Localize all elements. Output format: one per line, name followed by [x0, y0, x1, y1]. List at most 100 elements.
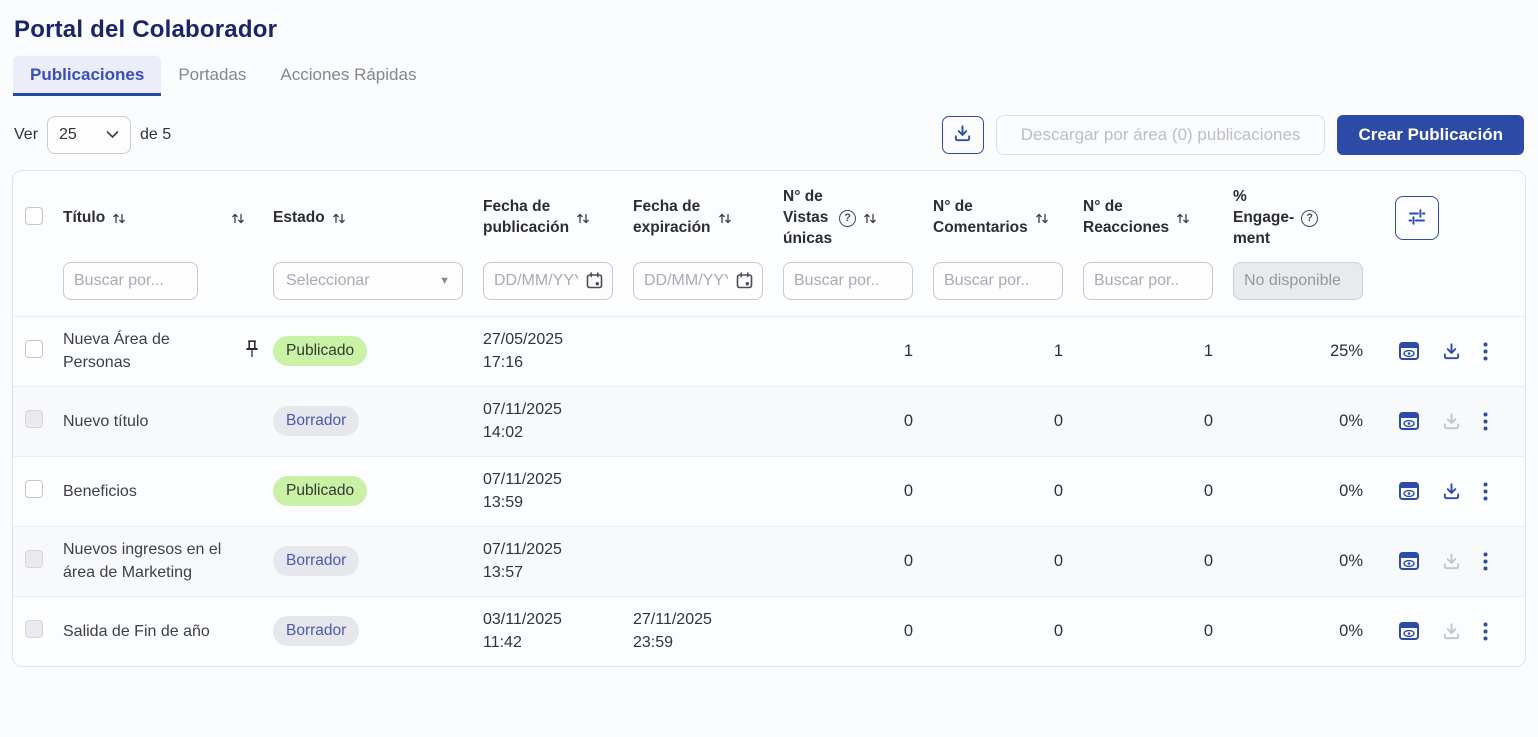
filter-comentarios-input[interactable]: [933, 262, 1063, 300]
preview-eye-icon[interactable]: [1398, 620, 1420, 642]
table-row: Nueva Área de Personas Publicado 27/05/2…: [13, 316, 1525, 386]
sort-icon[interactable]: [231, 211, 245, 226]
vistas-unicas-value: 1: [783, 342, 933, 361]
sort-icon[interactable]: [332, 211, 346, 226]
tab-portadas[interactable]: Portadas: [161, 56, 263, 96]
table-filter-row: Seleccionar ▼: [13, 250, 1525, 316]
column-header-fecha-expiracion: Fecha de expiración: [633, 197, 783, 239]
publication-title: Nuevos ingresos en el área de Marketing: [63, 538, 231, 584]
column-header-fecha-publicacion: Fecha de publicación: [483, 197, 633, 239]
column-settings-button[interactable]: [1395, 196, 1439, 240]
preview-eye-icon[interactable]: [1398, 410, 1420, 432]
kebab-menu-icon[interactable]: [1483, 412, 1488, 431]
tab-acciones-rapidas[interactable]: Acciones Rápidas: [263, 56, 433, 96]
fecha-publicacion: 03/11/2025 11:42: [483, 608, 633, 654]
sort-icon[interactable]: [112, 211, 126, 226]
row-checkbox: [25, 620, 43, 638]
kebab-menu-icon[interactable]: [1483, 342, 1488, 361]
download-by-area-button[interactable]: Descargar por área (0) publicaciones: [996, 115, 1326, 155]
tab-publicaciones[interactable]: Publicaciones: [13, 56, 161, 96]
page-size-value: 25: [59, 126, 77, 144]
status-badge: Borrador: [273, 406, 359, 436]
sort-icon[interactable]: [1176, 211, 1190, 226]
engagement-value: 25%: [1233, 342, 1383, 361]
preview-eye-icon[interactable]: [1398, 550, 1420, 572]
calendar-icon[interactable]: [735, 271, 754, 295]
column-header-vistas: N° de Vistas únicas ?: [783, 187, 933, 250]
sort-icon[interactable]: [576, 211, 590, 226]
engagement-value: 0%: [1233, 622, 1383, 641]
table-row: Salida de Fin de año Borrador 03/11/2025…: [13, 596, 1525, 666]
comentarios-value: 0: [933, 622, 1083, 641]
sort-icon[interactable]: [863, 211, 877, 226]
publications-table: Título Estado Fecha de publicación: [12, 170, 1526, 667]
publication-title: Beneficios: [63, 480, 231, 503]
status-badge: Publicado: [273, 336, 367, 366]
page-size-select[interactable]: 25: [47, 116, 131, 154]
ver-label: Ver: [14, 126, 38, 144]
create-publication-button[interactable]: Crear Publicación: [1337, 115, 1524, 155]
push-pin-icon[interactable]: [244, 338, 260, 364]
vistas-unicas-value: 0: [783, 412, 933, 431]
select-all-checkbox[interactable]: [25, 207, 43, 225]
preview-eye-icon[interactable]: [1398, 340, 1420, 362]
publication-title: Nuevo título: [63, 410, 231, 433]
sort-icon[interactable]: [1035, 211, 1049, 226]
fecha-publicacion: 07/11/2025 14:02: [483, 398, 633, 444]
download-icon[interactable]: [1442, 482, 1461, 501]
download-icon[interactable]: [1442, 342, 1461, 361]
fecha-publicacion: 07/11/2025 13:57: [483, 538, 633, 584]
filter-titulo-input[interactable]: [63, 262, 198, 300]
fecha-publicacion: 27/05/2025 17:16: [483, 328, 633, 374]
table-header-row: Título Estado Fecha de publicación: [13, 171, 1525, 250]
column-header-reacciones: N° de Reacciones: [1083, 197, 1233, 239]
status-badge: Borrador: [273, 546, 359, 576]
download-icon: [1442, 622, 1461, 641]
status-badge: Publicado: [273, 476, 367, 506]
kebab-menu-icon[interactable]: [1483, 552, 1488, 571]
row-checkbox[interactable]: [25, 480, 43, 498]
filter-engagement-disabled: No disponible: [1233, 262, 1363, 300]
download-icon: [1442, 552, 1461, 571]
kebab-menu-icon[interactable]: [1483, 622, 1488, 641]
reacciones-value: 1: [1083, 342, 1233, 361]
sort-icon[interactable]: [718, 211, 732, 226]
reacciones-value: 0: [1083, 482, 1233, 501]
kebab-menu-icon[interactable]: [1483, 482, 1488, 501]
question-circle-icon[interactable]: ?: [1301, 210, 1318, 227]
table-row: Nuevos ingresos en el área de Marketing …: [13, 526, 1525, 596]
filter-vistas-input[interactable]: [783, 262, 913, 300]
download-all-button[interactable]: [942, 116, 984, 154]
engagement-value: 0%: [1233, 412, 1383, 431]
vistas-unicas-value: 0: [783, 482, 933, 501]
column-header-titulo: Título: [63, 208, 231, 229]
download-icon: [953, 124, 972, 146]
tab-bar: Publicaciones Portadas Acciones Rápidas: [13, 56, 1526, 96]
filter-estado-select[interactable]: Seleccionar ▼: [273, 262, 463, 300]
preview-eye-icon[interactable]: [1398, 480, 1420, 502]
total-count-label: de 5: [140, 126, 171, 144]
row-checkbox[interactable]: [25, 340, 43, 358]
table-row: Nuevo título Borrador 07/11/2025 14:02 0…: [13, 386, 1525, 456]
engagement-value: 0%: [1233, 482, 1383, 501]
vistas-unicas-value: 0: [783, 622, 933, 641]
publication-title: Nueva Área de Personas: [63, 328, 231, 374]
question-circle-icon[interactable]: ?: [839, 210, 856, 227]
engagement-value: 0%: [1233, 552, 1383, 571]
publication-title: Salida de Fin de año: [63, 620, 231, 643]
fecha-expiracion: 27/11/2025 23:59: [633, 608, 783, 654]
column-header-pin: [231, 211, 273, 226]
download-icon: [1442, 412, 1461, 431]
dropdown-arrow-icon: ▼: [439, 275, 450, 287]
chevron-down-icon: [106, 126, 119, 144]
table-row: Beneficios Publicado 07/11/2025 13:59 0 …: [13, 456, 1525, 526]
filter-reacciones-input[interactable]: [1083, 262, 1213, 300]
comentarios-value: 0: [933, 482, 1083, 501]
vistas-unicas-value: 0: [783, 552, 933, 571]
reacciones-value: 0: [1083, 622, 1233, 641]
comentarios-value: 0: [933, 412, 1083, 431]
sliders-icon: [1406, 206, 1428, 231]
column-header-comentarios: N° de Comentarios: [933, 197, 1083, 239]
list-controls: Ver 25 de 5 Descargar por área (0) publi…: [14, 115, 1524, 155]
calendar-icon[interactable]: [585, 271, 604, 295]
